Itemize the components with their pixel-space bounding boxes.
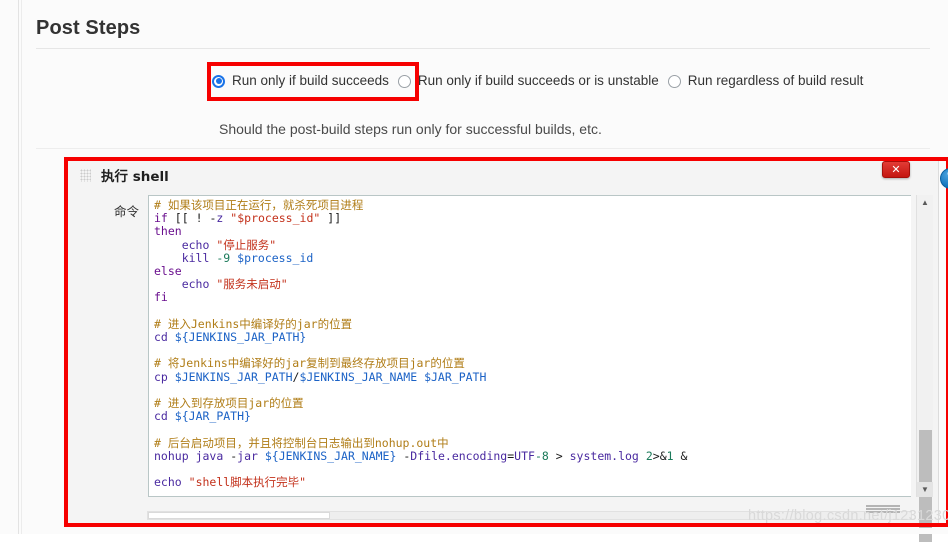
scroll-down-arrow-icon[interactable]: ▼: [917, 482, 933, 497]
command-vertical-scrollbar[interactable]: ▲ ▼: [916, 195, 933, 542]
run-condition-radio-group[interactable]: Run only if build succeeds Run only if b…: [212, 73, 863, 89]
radio-button-icon-selected[interactable]: [212, 74, 225, 88]
description-divider: [36, 148, 930, 149]
builder-title: 执行 shell: [101, 169, 169, 185]
horizontal-scrollbar-thumb[interactable]: [148, 512, 330, 519]
page-bottom-strip: [22, 528, 948, 534]
page-root: Post Steps Run only if build succeeds Ru…: [0, 0, 948, 542]
scroll-up-arrow-icon[interactable]: ▲: [917, 195, 933, 210]
delete-builder-button[interactable]: ✕: [882, 161, 910, 178]
page-gutter-line-outer: [18, 0, 19, 534]
radio-label-run-if-succeeds-or-unstable: Run only if build succeeds or is unstabl…: [417, 73, 659, 88]
command-code-content: # 如果该项目正在运行，就杀死项目进程 if [[ ! -z "$process…: [149, 196, 911, 492]
shell-script-code: # 如果该项目正在运行，就杀死项目进程 if [[ ! -z "$process…: [154, 198, 688, 490]
radio-option-run-if-succeeds-or-unstable[interactable]: Run only if build succeeds or is unstabl…: [397, 73, 659, 89]
radio-option-run-if-succeeds[interactable]: Run only if build succeeds: [212, 73, 389, 89]
radio-label-run-regardless: Run regardless of build result: [687, 73, 864, 88]
page-title: Post Steps: [36, 17, 141, 39]
radio-option-run-regardless[interactable]: Run regardless of build result: [667, 73, 864, 89]
post-steps-section-header: Post Steps: [36, 16, 930, 49]
help-button[interactable]: ?: [940, 168, 948, 189]
drag-handle-icon[interactable]: [80, 168, 91, 182]
command-field-row: 命令 # 如果该项目正在运行，就杀死项目进程 if [[ ! -z "$proc…: [69, 195, 937, 542]
execute-shell-builder-panel: 执行 shell ✕ 命令 # 如果该项目正在运行，就杀死项目进程 if [[ …: [67, 160, 939, 542]
command-textarea[interactable]: # 如果该项目正在运行，就杀死项目进程 if [[ ! -z "$process…: [148, 195, 911, 497]
builder-header: 执行 shell ✕: [68, 161, 938, 189]
watermark-text: https://blog.csdn.net/j1231230: [748, 508, 948, 524]
page-content: Post Steps Run only if build succeeds Ru…: [22, 0, 948, 542]
radio-button-icon-unselected-2[interactable]: [667, 74, 681, 88]
post-steps-description: Should the post-build steps run only for…: [219, 121, 602, 137]
title-divider: [36, 48, 930, 49]
close-icon: ✕: [891, 163, 901, 176]
radio-label-run-if-succeeds: Run only if build succeeds: [232, 73, 389, 88]
command-field-label: 命令: [114, 204, 140, 219]
radio-button-icon-unselected-1[interactable]: [397, 74, 411, 88]
